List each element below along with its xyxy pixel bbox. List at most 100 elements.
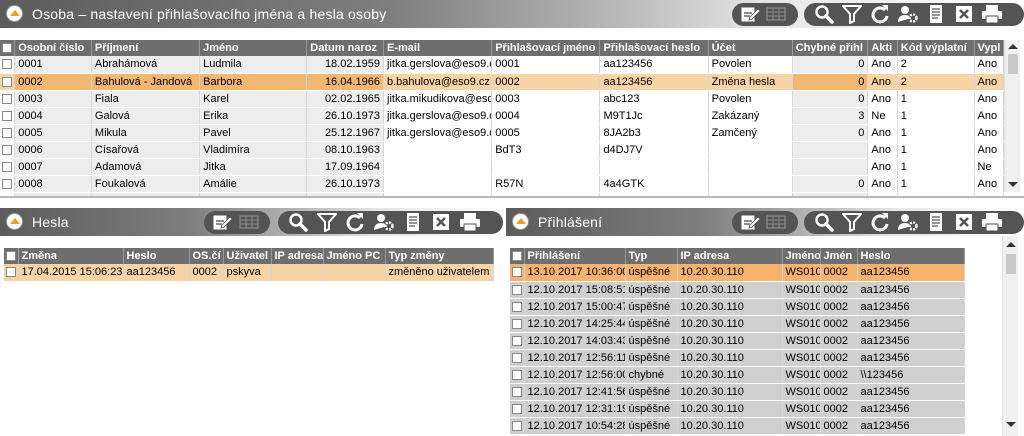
column-header[interactable]: Osobní číslo (14, 40, 92, 56)
column-header[interactable]: Jméno PC (323, 248, 386, 264)
search-icon[interactable] (812, 211, 836, 233)
filter-icon[interactable] (315, 211, 339, 233)
column-header[interactable]: Akti (867, 40, 898, 56)
table-row[interactable]: 12.10.2017 10:54:28 úspěšné 10.20.30.110 WS… (510, 417, 965, 435)
collapse-icon[interactable] (6, 213, 23, 230)
settings-icon[interactable] (372, 211, 396, 233)
document-icon[interactable] (924, 3, 948, 25)
row-checkbox[interactable] (0, 107, 16, 125)
column-header[interactable]: Datum naroz (306, 40, 384, 56)
edit-icon[interactable] (738, 3, 762, 25)
table-row[interactable]: 12.10.2017 15:00:47 úspěšné 10.20.30.110 WS… (510, 298, 965, 316)
column-header[interactable]: Účet (708, 40, 793, 56)
column-header[interactable]: Heslo (857, 248, 965, 264)
table-row[interactable]: 0007 Adamová Jitka 17.09.1964 Ano 1 Ne (0, 158, 1004, 176)
table-row[interactable]: 0001 Abrahámová Ludmila 18.02.1959 jitka.ger… (0, 56, 1004, 74)
table-row[interactable]: 0005 Mikula Pavel 25.12.1967 jitka.gerslova@… (0, 124, 1004, 142)
table-row[interactable]: 12.10.2017 15:08:51 úspěšné 10.20.30.110 WS… (510, 281, 965, 299)
column-header[interactable]: Přihlášení (524, 248, 626, 264)
table-row[interactable]: 12.10.2017 12:31:19 úspěšné 10.20.30.110 WS… (510, 400, 965, 418)
column-header[interactable]: IP adresa (677, 248, 783, 264)
column-header[interactable]: Typ (625, 248, 678, 264)
collapse-icon[interactable] (512, 213, 529, 230)
table-row[interactable]: 12.10.2017 14:03:43 úspěšné 10.20.30.110 WS… (510, 332, 965, 350)
column-header[interactable]: Jméno (199, 40, 308, 56)
settings-icon[interactable] (896, 211, 920, 233)
row-checkbox[interactable] (510, 332, 525, 350)
table-row[interactable]: 13.10.2017 10:36:00 úspěšné 10.20.30.110 WS… (510, 264, 965, 282)
column-header[interactable]: Změna (18, 248, 124, 264)
column-header[interactable]: Chybné přihl (792, 40, 869, 56)
table-row[interactable]: 12.10.2017 12:41:56 úspěšné 10.20.30.110 WS… (510, 383, 965, 401)
table-cell: 13.10.2017 10:36:00 (524, 264, 626, 282)
edit-icon[interactable] (738, 211, 762, 233)
document-icon[interactable] (401, 211, 425, 233)
excel-icon[interactable] (952, 3, 976, 25)
document-icon[interactable] (924, 211, 948, 233)
row-checkbox[interactable] (510, 281, 525, 299)
horizontal-splitter[interactable] (0, 196, 1024, 198)
row-checkbox[interactable] (0, 158, 16, 176)
row-checkbox[interactable] (0, 175, 16, 193)
print-icon[interactable] (980, 3, 1004, 25)
table-row[interactable]: 0002 Bahulová - Jandová Barbora 16.04.1966 b… (0, 73, 1004, 91)
table-row[interactable]: 0004 Galová Erika 26.10.1973 jitka.gerslova@… (0, 107, 1004, 125)
row-checkbox[interactable] (510, 298, 525, 316)
row-checkbox[interactable] (0, 124, 16, 142)
search-icon[interactable] (286, 211, 310, 233)
refresh-icon[interactable] (868, 3, 892, 25)
table-row[interactable]: 0006 Císařová Vladimíra 08.10.1963 BdT3 d4DJ7… (0, 141, 1004, 159)
select-all-checkbox[interactable] (0, 40, 16, 56)
row-checkbox[interactable] (510, 315, 525, 333)
table-row[interactable]: 12.10.2017 12:56:11 úspěšné 10.20.30.110 WS… (510, 349, 965, 367)
column-header[interactable]: Kód výplatní (897, 40, 975, 56)
settings-icon[interactable] (896, 3, 920, 25)
select-all-checkbox[interactable] (510, 248, 525, 264)
row-checkbox[interactable] (510, 400, 525, 418)
table-row[interactable]: 0008 Foukalová Amálie 26.10.1973 R57N 4a4GTK 0… (0, 175, 1004, 193)
filter-icon[interactable] (840, 211, 864, 233)
table-row[interactable]: 12.10.2017 14:25:44 úspěšné 10.20.30.110 WS… (510, 315, 965, 333)
column-header[interactable]: OS.čí (189, 248, 224, 264)
column-header[interactable]: Jméno (782, 248, 821, 264)
column-header[interactable]: Jmén (820, 248, 858, 264)
row-checkbox[interactable] (510, 349, 525, 367)
column-header[interactable]: Uživatel (223, 248, 272, 264)
row-checkbox[interactable] (0, 90, 16, 108)
osoba-scrollbar[interactable] (1004, 40, 1020, 192)
refresh-icon[interactable] (343, 211, 367, 233)
row-checkbox[interactable] (4, 264, 19, 282)
row-checkbox[interactable] (510, 417, 525, 435)
row-checkbox[interactable] (0, 141, 16, 159)
select-all-checkbox[interactable] (4, 248, 19, 264)
edit-icon[interactable] (210, 211, 234, 233)
filter-icon[interactable] (840, 3, 864, 25)
refresh-icon[interactable] (868, 211, 892, 233)
row-checkbox[interactable] (510, 383, 525, 401)
column-header[interactable]: Typ změny (385, 248, 494, 264)
column-header[interactable]: Přihlašovací jméno (491, 40, 601, 56)
table-row[interactable]: 17.04.2015 15:06:23 aa123456 0002 pskyva změ… (4, 264, 494, 282)
print-icon[interactable] (458, 211, 482, 233)
column-header[interactable]: IP adresa (271, 248, 324, 264)
column-header[interactable]: Příjmení (91, 40, 201, 56)
table-cell: Ano (974, 90, 1004, 108)
print-icon[interactable] (980, 211, 1004, 233)
table-cell: 0006 (14, 141, 92, 159)
column-header[interactable]: Přihlašovací heslo (599, 40, 709, 56)
excel-icon[interactable] (429, 211, 453, 233)
excel-icon[interactable] (952, 211, 976, 233)
row-checkbox[interactable] (510, 366, 525, 384)
table-row[interactable]: 12.10.2017 12:56:00 chybné 10.20.30.110 WS0… (510, 366, 965, 384)
search-icon[interactable] (812, 3, 836, 25)
collapse-icon[interactable] (6, 5, 23, 22)
row-checkbox[interactable] (510, 264, 525, 282)
column-header[interactable]: Heslo (123, 248, 190, 264)
prihlaseni-scrollbar[interactable] (1002, 236, 1018, 436)
table-row[interactable]: 0003 Fiala Karel 02.02.1965 jitka.mikudikova… (0, 90, 1004, 108)
table-cell: 0002 (820, 417, 858, 435)
row-checkbox[interactable] (0, 56, 16, 74)
column-header[interactable]: E-mail (383, 40, 493, 56)
row-checkbox[interactable] (0, 73, 16, 91)
column-header[interactable]: Vypl (974, 40, 1004, 56)
